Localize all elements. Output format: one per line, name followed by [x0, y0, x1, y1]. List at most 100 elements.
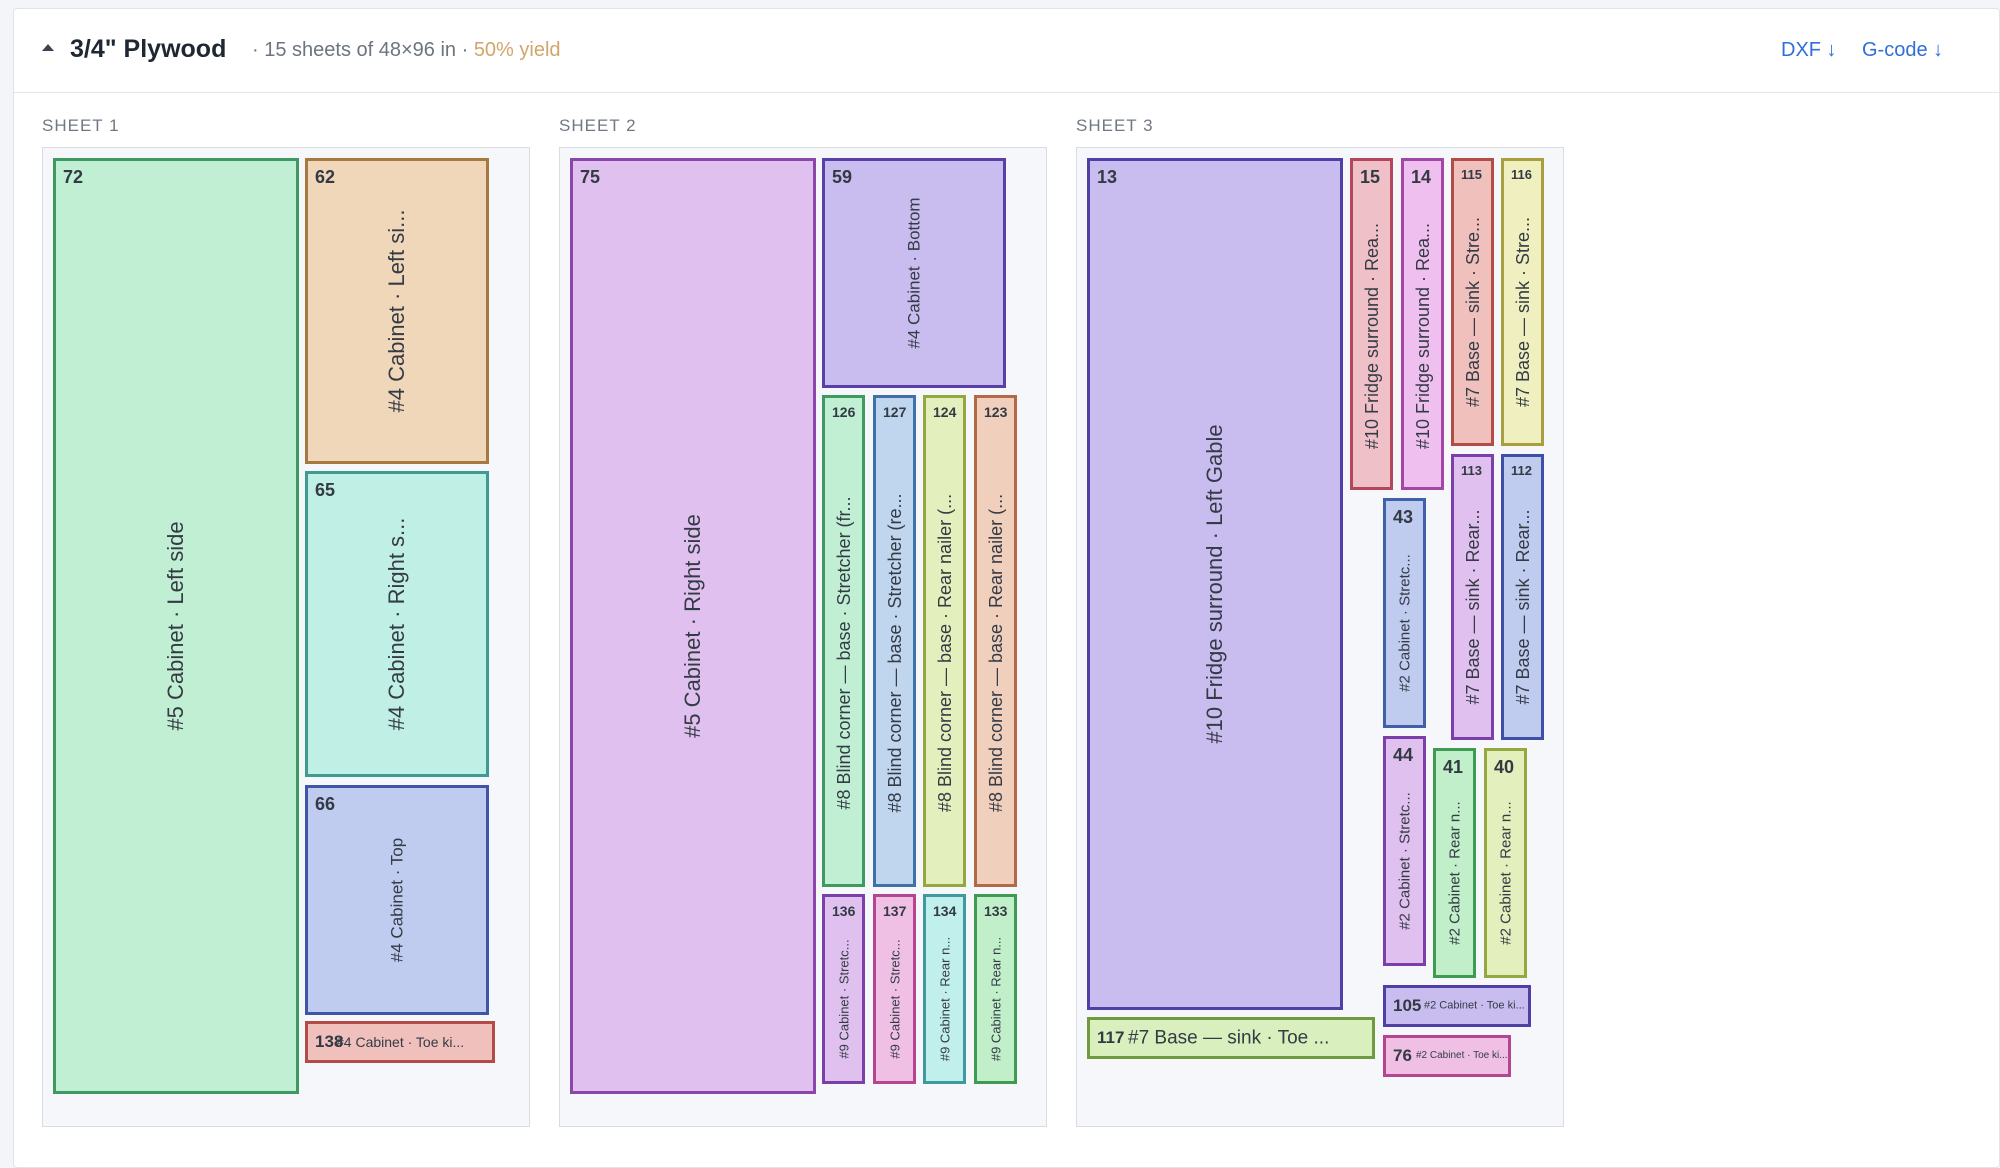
part-number: 44 [1393, 745, 1414, 765]
yield-badge: 50% yield [473, 39, 561, 61]
part-137[interactable]: 137 #9 Cabinet · Stretc... [873, 894, 916, 1084]
sheet-count-summary: · 15 sheets of 48×96 in · [252, 39, 469, 61]
part-number: 14 [1411, 167, 1432, 187]
part-label: #2 Cabinet · Stretc... [1396, 554, 1413, 692]
part-66[interactable]: 66 #4 Cabinet · Top [305, 785, 489, 1015]
part-59[interactable]: 59 #4 Cabinet · Bottom [822, 158, 1006, 388]
part-label: #5 Cabinet · Left side [163, 521, 188, 731]
part-number: 113 [1461, 463, 1482, 478]
part-number: 66 [315, 794, 336, 814]
sheet-3-label: SHEET 3 [1076, 116, 1154, 135]
part-115[interactable]: 115 #7 Base — sink · Stre... [1451, 158, 1494, 446]
part-label: #8 Blind corner — base · Stretcher (fr..… [833, 496, 854, 810]
material-title: 3/4" Plywood [70, 35, 227, 63]
part-label: #9 Cabinet · Rear n... [988, 936, 1003, 1062]
part-number: 75 [580, 167, 601, 187]
part-44[interactable]: 44 #2 Cabinet · Stretc... [1383, 736, 1426, 966]
part-number: 105 [1393, 996, 1422, 1015]
part-number: 116 [1511, 167, 1532, 182]
part-number: 137 [883, 903, 907, 919]
part-label: #5 Cabinet · Right side [680, 514, 705, 738]
sheet-1-label: SHEET 1 [42, 116, 120, 135]
part-75[interactable]: 75 #5 Cabinet · Right side [570, 158, 816, 1094]
part-label: #7 Base — sink · Stre... [1462, 216, 1483, 408]
part-label: #2 Cabinet · Rear n... [1497, 801, 1514, 945]
part-126[interactable]: 126 #8 Blind corner — base · Stretcher (… [822, 395, 865, 887]
part-134[interactable]: 134 #9 Cabinet · Rear n... [923, 894, 966, 1084]
part-number: 136 [832, 903, 856, 919]
part-label: #4 Cabinet · Toe ki... [336, 1034, 465, 1050]
part-number: 115 [1461, 167, 1482, 182]
part-41[interactable]: 41 #2 Cabinet · Rear n... [1433, 748, 1476, 978]
sheet-2-label: SHEET 2 [559, 116, 637, 135]
part-62[interactable]: 62 #4 Cabinet · Left si... [305, 158, 489, 464]
part-116[interactable]: 116 #7 Base — sink · Stre... [1501, 158, 1544, 446]
part-label: #4 Cabinet · Top [387, 837, 407, 963]
sheet-2: 75 #5 Cabinet · Right side 59 #4 Cabinet… [559, 147, 1047, 1127]
part-label: #10 Fridge surround · Rea... [1412, 222, 1433, 450]
part-label: #7 Base — sink · Stre... [1512, 216, 1533, 408]
part-105[interactable]: 105 #2 Cabinet · Toe ki... [1383, 985, 1531, 1027]
part-label: #2 Cabinet · Rear n... [1446, 801, 1463, 945]
part-124[interactable]: 124 #8 Blind corner — base · Rear nailer… [923, 395, 966, 887]
part-label: #8 Blind corner — base · Stretcher (re..… [884, 493, 905, 813]
part-number: 76 [1393, 1046, 1412, 1065]
part-14[interactable]: 14 #10 Fridge surround · Rea... [1401, 158, 1444, 490]
part-76[interactable]: 76 #2 Cabinet · Toe ki... [1383, 1035, 1511, 1077]
part-label: #7 Base — sink · Toe ... [1128, 1027, 1330, 1049]
gcode-download-link[interactable]: G-code ↓ [1862, 39, 1943, 62]
dxf-download-link[interactable]: DXF ↓ [1781, 39, 1837, 62]
part-number: 62 [315, 167, 336, 187]
part-number: 40 [1494, 757, 1515, 777]
part-number: 112 [1511, 463, 1532, 478]
part-label: #2 Cabinet · Toe ki... [1416, 1050, 1508, 1061]
part-number: 15 [1360, 167, 1381, 187]
part-label: #10 Fridge surround · Left Gable [1202, 424, 1227, 744]
part-15[interactable]: 15 #10 Fridge surround · Rea... [1350, 158, 1393, 490]
sheet-3: 13 #10 Fridge surround · Left Gable 15 #… [1076, 147, 1564, 1127]
part-number: 117 [1097, 1028, 1125, 1047]
part-label: #4 Cabinet · Bottom [904, 197, 924, 349]
part-123[interactable]: 123 #8 Blind corner — base · Rear nailer… [974, 395, 1017, 887]
part-label: #8 Blind corner — base · Rear nailer (..… [934, 493, 955, 813]
part-label: #8 Blind corner — base · Rear nailer (..… [985, 493, 1006, 813]
part-number: 124 [933, 404, 957, 420]
part-number: 72 [63, 167, 84, 187]
part-number: 123 [984, 404, 1008, 420]
part-138[interactable]: 138 #4 Cabinet · Toe ki... [305, 1021, 495, 1063]
part-number: 126 [832, 404, 856, 420]
part-label: #2 Cabinet · Toe ki... [1424, 999, 1525, 1012]
part-43[interactable]: 43 #2 Cabinet · Stretc... [1383, 498, 1426, 728]
part-number: 127 [883, 404, 907, 420]
sheet-1: 72 #5 Cabinet · Left side 62 #4 Cabinet … [42, 147, 530, 1127]
part-label: #2 Cabinet · Stretc... [1396, 792, 1413, 930]
part-number: 65 [315, 480, 336, 500]
part-40[interactable]: 40 #2 Cabinet · Rear n... [1484, 748, 1527, 978]
part-number: 43 [1393, 507, 1414, 527]
part-label: #4 Cabinet · Right s... [384, 517, 409, 731]
part-label: #9 Cabinet · Stretc... [836, 939, 851, 1059]
part-127[interactable]: 127 #8 Blind corner — base · Stretcher (… [873, 395, 916, 887]
material-header: 3/4" Plywood · 15 sheets of 48×96 in · 5… [14, 9, 1999, 93]
part-number: 134 [933, 903, 957, 919]
material-summary: · 15 sheets of 48×96 in · 50% yield [252, 39, 561, 62]
part-label: #4 Cabinet · Left si... [384, 209, 409, 413]
part-113[interactable]: 113 #7 Base — sink · Rear... [1451, 454, 1494, 740]
part-number: 133 [984, 903, 1008, 919]
part-133[interactable]: 133 #9 Cabinet · Rear n... [974, 894, 1017, 1084]
part-117[interactable]: 117 #7 Base — sink · Toe ... [1087, 1017, 1375, 1059]
collapse-caret-icon[interactable] [42, 44, 54, 51]
part-65[interactable]: 65 #4 Cabinet · Right s... [305, 471, 489, 777]
part-label: #7 Base — sink · Rear... [1462, 509, 1483, 705]
part-label: #9 Cabinet · Stretc... [887, 939, 902, 1059]
part-number: 13 [1097, 167, 1118, 187]
part-number: 59 [832, 167, 853, 187]
part-number: 41 [1443, 757, 1464, 777]
part-label: #7 Base — sink · Rear... [1512, 509, 1533, 705]
part-112[interactable]: 112 #7 Base — sink · Rear... [1501, 454, 1544, 740]
part-72[interactable]: 72 #5 Cabinet · Left side [53, 158, 299, 1094]
part-label: #10 Fridge surround · Rea... [1361, 222, 1382, 450]
part-label: #9 Cabinet · Rear n... [937, 936, 952, 1062]
part-13[interactable]: 13 #10 Fridge surround · Left Gable [1087, 158, 1343, 1010]
part-136[interactable]: 136 #9 Cabinet · Stretc... [822, 894, 865, 1084]
